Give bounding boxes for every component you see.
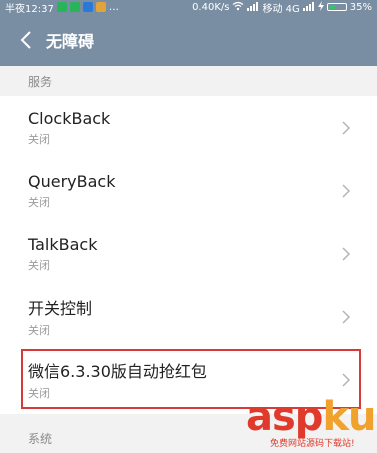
title-bar: 无障碍 — [0, 14, 377, 66]
list-item-switch-control[interactable]: 开关控制 关闭 — [0, 285, 377, 348]
status-time: 半夜12:37 — [5, 3, 54, 15]
watermark-logo: aspku 免费网站源码下载站! — [206, 392, 377, 452]
chevron-right-icon — [342, 120, 351, 135]
status-bar: 半夜12:37 … 0.40K/s 移动 4G 35% — [0, 0, 377, 15]
page-title: 无障碍 — [46, 32, 95, 51]
services-list: ClockBack 关闭 QueryBack 关闭 TalkBack 关闭 开关… — [0, 96, 377, 414]
carrier-label: 移动 4G — [262, 3, 300, 15]
signal-icon — [247, 1, 259, 14]
message-notification-icon — [82, 2, 93, 12]
item-title: TalkBack — [28, 234, 98, 254]
item-status: 关闭 — [28, 258, 50, 272]
chevron-right-icon — [342, 309, 351, 324]
charging-icon — [317, 0, 324, 14]
item-status: 关闭 — [28, 324, 50, 337]
app-notification-icon — [69, 2, 80, 12]
chevron-right-icon — [342, 372, 351, 387]
chevron-right-icon — [342, 246, 351, 261]
item-title: ClockBack — [28, 108, 111, 128]
item-status: 关闭 — [28, 195, 50, 209]
list-item-talkback[interactable]: TalkBack 关闭 — [0, 222, 377, 285]
game-notification-icon — [95, 2, 106, 12]
wifi-icon — [232, 1, 244, 14]
list-item-clockback[interactable]: ClockBack 关闭 — [0, 96, 377, 159]
item-status: 关闭 — [28, 387, 50, 400]
section-header-services: 服务 — [28, 74, 53, 89]
list-item-queryback[interactable]: QueryBack 关闭 — [0, 159, 377, 222]
chevron-right-icon — [342, 183, 351, 198]
item-title: QueryBack — [28, 171, 116, 191]
overflow-dots-icon: … — [108, 1, 119, 13]
wechat-notification-icon — [56, 2, 67, 12]
watermark-text: aspku — [246, 394, 377, 440]
watermark-subtitle: 免费网站源码下载站! — [270, 439, 355, 449]
signal-icon-2 — [302, 1, 315, 14]
item-title: 微信6.3.30版自动抢红包 — [28, 362, 207, 381]
item-status: 关闭 — [28, 132, 50, 146]
back-arrow-icon[interactable] — [14, 28, 38, 52]
battery-percent: 35% — [349, 1, 372, 13]
battery-icon — [326, 3, 347, 11]
item-title: 开关控制 — [28, 299, 93, 318]
network-speed: 0.40K/s — [192, 1, 230, 13]
